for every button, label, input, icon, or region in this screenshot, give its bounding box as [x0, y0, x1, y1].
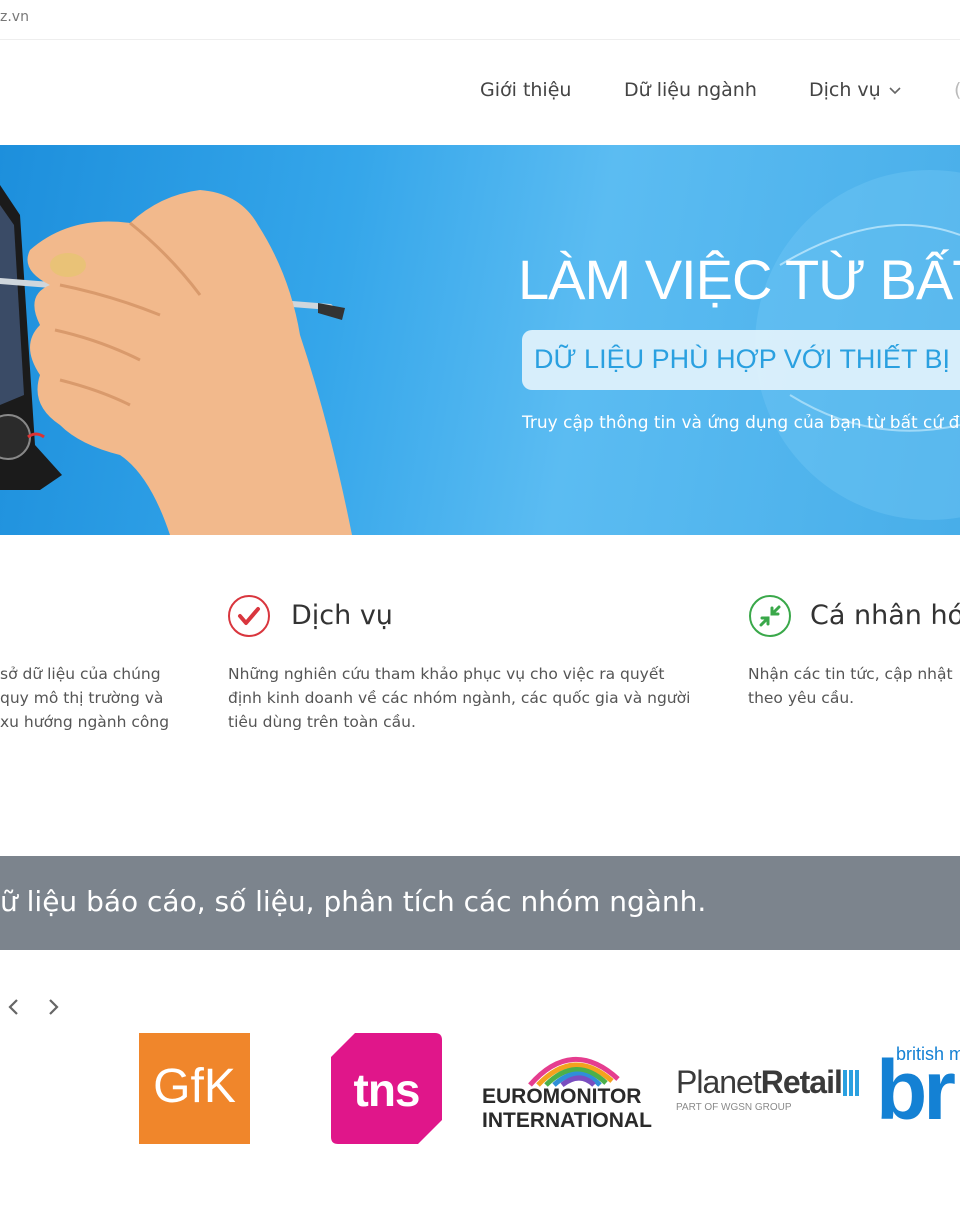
hero-subtext: Truy cập thông tin và ứng dụng của bạn t…	[522, 413, 960, 433]
compress-arrows-icon	[748, 594, 792, 638]
tns-logo[interactable]: tns	[331, 1033, 442, 1144]
chevron-left-icon	[8, 999, 18, 1015]
planet-retail-logo-sub: PART OF WGSN GROUP	[676, 1102, 792, 1113]
planet-retail-logo-word1: Planet	[676, 1064, 762, 1100]
euromonitor-logo-line2: INTERNATIONAL	[482, 1109, 652, 1132]
industry-banner-text: ữ liệu báo cáo, số liệu, phân tích các n…	[0, 885, 707, 918]
nav-item-dich-vu[interactable]: Dịch vụ	[809, 79, 901, 101]
feature-services-line: tiêu dùng trên toàn cầu.	[228, 713, 416, 731]
planet-retail-logo-word2: Retail	[760, 1064, 843, 1100]
euromonitor-logo[interactable]: EUROMONITOR INTERNATIONAL	[482, 1043, 672, 1138]
feature-services-line: Những nghiên cứu tham khảo phục vụ cho v…	[228, 665, 665, 683]
feature-data-line: quy mô thị trường và	[0, 689, 164, 707]
hero-pill: DỮ LIỆU PHÙ HỢP VỚI THIẾT BỊ I	[522, 330, 960, 390]
gfk-logo[interactable]: GfK	[139, 1033, 250, 1144]
carousel-prev-button[interactable]	[6, 995, 22, 1019]
feature-personalize-desc: Nhận các tin tức, cập nhật theo yêu cầu.	[748, 662, 960, 710]
hero-banner: LÀM VIỆC TỪ BẤT DỮ LIỆU PHÙ HỢP VỚI THIẾ…	[0, 145, 960, 535]
euromonitor-logo-line1: EUROMONITOR	[482, 1085, 642, 1108]
feature-data-desc: sở dữ liệu của chúng quy mô thị trường v…	[0, 662, 190, 734]
feature-services-line: định kinh doanh về các nhóm ngành, các q…	[228, 689, 691, 707]
check-circle-icon	[227, 594, 271, 638]
top-bar: z.vn	[0, 0, 960, 40]
gfk-logo-text: GfK	[153, 1060, 236, 1113]
carousel-next-button[interactable]	[45, 995, 61, 1019]
nav-item-partial[interactable]: (	[954, 79, 960, 101]
feature-personalize-line: theo yêu cầu.	[748, 689, 855, 707]
nav-item-dich-vu-label: Dịch vụ	[809, 79, 881, 101]
feature-personalize-title: Cá nhân hóa	[810, 600, 960, 631]
main-nav: Giới thiệu Dữ liệu ngành Dịch vụ (	[0, 41, 960, 145]
nav-item-du-lieu-nganh[interactable]: Dữ liệu ngành	[624, 79, 757, 101]
chevron-right-icon	[49, 999, 59, 1015]
feature-data-line: sở dữ liệu của chúng	[0, 665, 161, 683]
feature-services-title: Dịch vụ	[291, 600, 393, 631]
feature-services-desc: Những nghiên cứu tham khảo phục vụ cho v…	[228, 662, 728, 734]
site-domain: z.vn	[0, 9, 29, 25]
feature-personalize-line: Nhận các tin tức, cập nhật	[748, 665, 953, 683]
industry-banner: ữ liệu báo cáo, số liệu, phân tích các n…	[0, 856, 960, 950]
british-market-logo[interactable]: british m br	[876, 1044, 960, 1139]
feature-data-line: xu hướng ngành công	[0, 713, 170, 731]
planet-retail-bars-icon	[843, 1070, 859, 1096]
planet-retail-logo[interactable]: PlanetRetail PART OF WGSN GROUP	[676, 1064, 862, 1116]
british-market-logo-big: br	[876, 1044, 956, 1137]
tns-logo-text: tns	[353, 1064, 421, 1116]
nav-item-gioi-thieu[interactable]: Giới thiệu	[480, 79, 571, 101]
chevron-down-icon	[889, 78, 901, 100]
hero-pill-text: DỮ LIỆU PHÙ HỢP VỚI THIẾT BỊ I	[534, 344, 960, 374]
planet-retail-logo-text: PlanetRetail	[676, 1064, 843, 1101]
hero-headline: LÀM VIỆC TỪ BẤT	[518, 248, 960, 311]
